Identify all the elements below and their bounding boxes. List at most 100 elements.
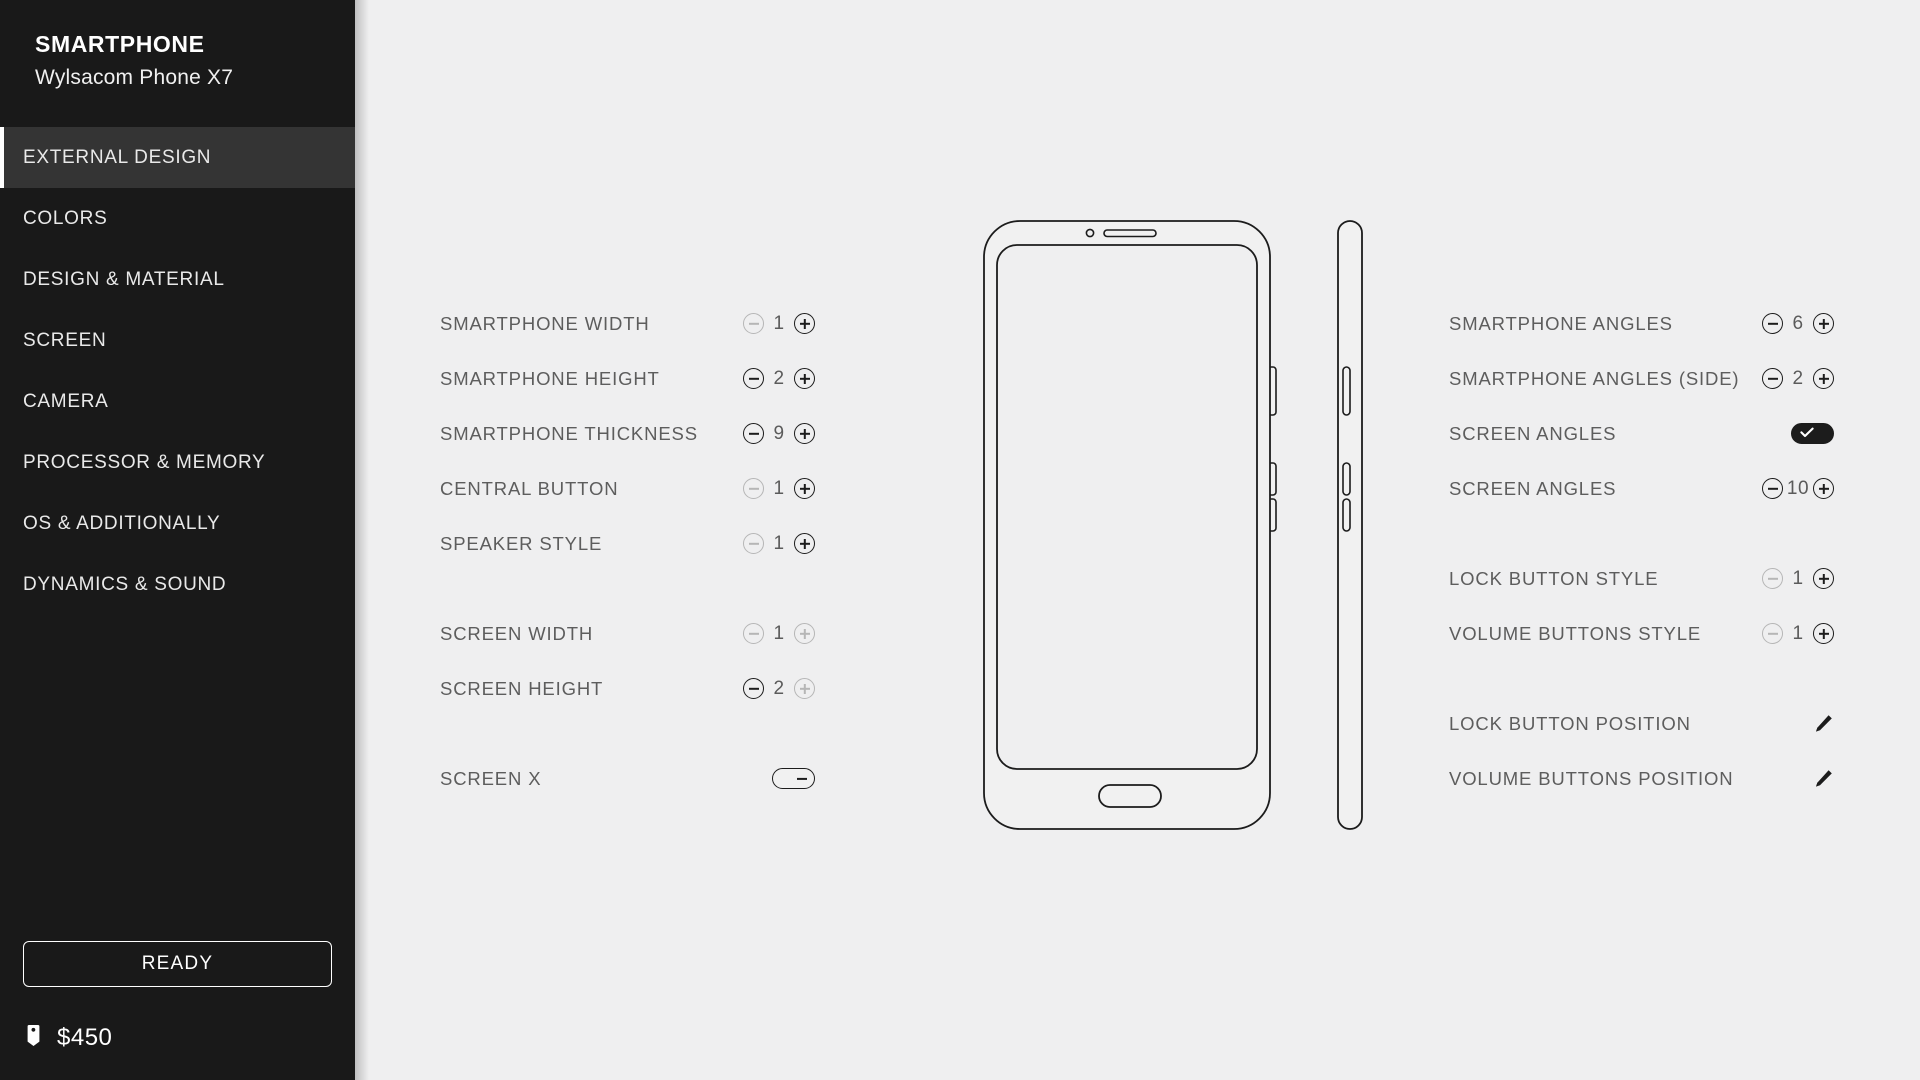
control-label: SMARTPHONE ANGLES xyxy=(1449,312,1673,334)
toggle-screen-x[interactable] xyxy=(772,768,815,789)
stepper-value: 2 xyxy=(773,677,785,699)
preview-stage: SMARTPHONE WIDTH 1 SMARTPHONE HEIGHT 2 SMART… xyxy=(355,0,1920,1080)
phone-side-view[interactable] xyxy=(1330,215,1378,840)
sidebar-item-label: EXTERNAL DESIGN xyxy=(23,146,212,168)
camera-shape xyxy=(1085,228,1095,238)
control-label: SCREEN X xyxy=(440,767,542,789)
sidebar-item-processor-memory[interactable]: PROCESSOR & MEMORY xyxy=(0,432,355,493)
stepper-screen-width: 1 xyxy=(743,623,815,645)
left-control-panel: SMARTPHONE WIDTH 1 SMARTPHONE HEIGHT 2 SMART… xyxy=(440,296,815,806)
control-label: SMARTPHONE THICKNESS xyxy=(440,422,698,444)
decrement-button xyxy=(743,623,764,644)
decrement-button xyxy=(743,478,764,499)
lock-button-side-shape xyxy=(1342,366,1351,416)
phone-front-view[interactable] xyxy=(978,215,1288,840)
pencil-icon[interactable] xyxy=(1812,713,1834,735)
sidebar-item-label: SCREEN xyxy=(23,329,107,351)
increment-button[interactable] xyxy=(794,478,815,499)
stepper-value: 1 xyxy=(1792,567,1804,589)
volume-up-side-shape xyxy=(1342,462,1351,496)
decrement-button xyxy=(1762,623,1783,644)
control-label: VOLUME BUTTONS POSITION xyxy=(1449,767,1734,789)
decrement-button[interactable] xyxy=(743,368,764,389)
control-row-volume-buttons-style: VOLUME BUTTONS STYLE 1 xyxy=(1449,606,1834,661)
central-button-shape xyxy=(1098,784,1162,808)
stepper-value: 1 xyxy=(773,312,785,334)
check-icon xyxy=(1800,425,1814,443)
increment-button[interactable] xyxy=(1813,313,1834,334)
stepper-central-button: 1 xyxy=(743,478,815,500)
sidebar-item-label: CAMERA xyxy=(23,390,109,412)
stepper-screen-angles: 10 xyxy=(1762,478,1834,500)
control-label: SCREEN HEIGHT xyxy=(440,677,604,699)
increment-button[interactable] xyxy=(794,533,815,554)
decrement-button[interactable] xyxy=(743,678,764,699)
increment-button[interactable] xyxy=(794,368,815,389)
stepper-smartphone-height: 2 xyxy=(743,368,815,390)
decrement-button[interactable] xyxy=(1762,478,1783,499)
decrement-button[interactable] xyxy=(1762,368,1783,389)
control-label: CENTRAL BUTTON xyxy=(440,477,619,499)
control-row-screen-angles: SCREEN ANGLES xyxy=(1449,406,1834,461)
increment-button[interactable] xyxy=(1813,623,1834,644)
decrement-button xyxy=(743,313,764,334)
increment-button[interactable] xyxy=(1813,368,1834,389)
sidebar-item-screen[interactable]: SCREEN xyxy=(0,310,355,371)
decrement-button[interactable] xyxy=(1762,313,1783,334)
stepper-value: 2 xyxy=(1792,367,1804,389)
sidebar-item-os-additionally[interactable]: OS & ADDITIONALLY xyxy=(0,493,355,554)
increment-button[interactable] xyxy=(1813,478,1834,499)
stepper-value: 1 xyxy=(773,532,785,554)
sidebar-item-label: DYNAMICS & SOUND xyxy=(23,573,227,595)
stepper-value: 1 xyxy=(773,477,785,499)
control-row-screen-angles: SCREEN ANGLES 10 xyxy=(1449,461,1834,516)
pencil-icon[interactable] xyxy=(1812,768,1834,790)
control-row-screen-width: SCREEN WIDTH 1 xyxy=(440,606,815,661)
control-label: SMARTPHONE HEIGHT xyxy=(440,367,660,389)
phone-screen xyxy=(996,244,1258,770)
sidebar-header: SMARTPHONE Wylsacom Phone X7 xyxy=(0,0,355,127)
increment-button[interactable] xyxy=(1813,568,1834,589)
right-control-panel: SMARTPHONE ANGLES 6 SMARTPHONE ANGLES (SID… xyxy=(1449,296,1834,806)
increment-button xyxy=(794,678,815,699)
sidebar-nav: EXTERNAL DESIGN COLORS DESIGN & MATERIAL SC… xyxy=(0,127,355,615)
control-row-volume-buttons-position: VOLUME BUTTONS POSITION xyxy=(1449,751,1834,806)
control-row-screen-x: SCREEN X xyxy=(440,751,815,806)
decrement-button xyxy=(1762,568,1783,589)
brand-title: SMARTPHONE xyxy=(35,31,205,57)
sidebar-item-camera[interactable]: CAMERA xyxy=(0,371,355,432)
increment-button[interactable] xyxy=(794,313,815,334)
decrement-button[interactable] xyxy=(743,423,764,444)
stepper-value: 10 xyxy=(1786,477,1810,499)
control-row-smartphone-width: SMARTPHONE WIDTH 1 xyxy=(440,296,815,351)
control-label: SMARTPHONE ANGLES (SIDE) xyxy=(1449,367,1740,389)
configurator-app: SMARTPHONE Wylsacom Phone X7 EXTERNAL DE… xyxy=(0,0,1920,1080)
sidebar-item-colors[interactable]: COLORS xyxy=(0,188,355,249)
sidebar-item-label: OS & ADDITIONALLY xyxy=(23,512,221,534)
ready-button[interactable]: READY xyxy=(23,941,332,987)
brand-subtitle: Wylsacom Phone X7 xyxy=(35,65,234,89)
price-tag-icon xyxy=(25,1024,44,1052)
toggle-screen-angles[interactable] xyxy=(1791,423,1834,444)
sidebar-item-external-design[interactable]: EXTERNAL DESIGN xyxy=(0,127,355,188)
speaker-shape xyxy=(1103,229,1157,238)
stepper-value: 9 xyxy=(773,422,785,444)
sidebar-item-label: PROCESSOR & MEMORY xyxy=(23,451,266,473)
increment-button[interactable] xyxy=(794,423,815,444)
stepper-speaker-style: 1 xyxy=(743,533,815,555)
sidebar-item-design-material[interactable]: DESIGN & MATERIAL xyxy=(0,249,355,310)
stepper-value: 6 xyxy=(1792,312,1804,334)
sidebar: SMARTPHONE Wylsacom Phone X7 EXTERNAL DE… xyxy=(0,0,369,1080)
control-row-central-button: CENTRAL BUTTON 1 xyxy=(440,461,815,516)
stepper-lock-button-style: 1 xyxy=(1762,568,1834,590)
control-label: SCREEN WIDTH xyxy=(440,622,594,644)
control-label: SCREEN ANGLES xyxy=(1449,422,1617,444)
volume-down-side-shape xyxy=(1342,498,1351,532)
minus-icon xyxy=(797,777,807,780)
control-row-smartphone-angles-side: SMARTPHONE ANGLES (SIDE) 2 xyxy=(1449,351,1834,406)
sidebar-item-dynamics-sound[interactable]: DYNAMICS & SOUND xyxy=(0,554,355,615)
control-row-lock-button-position: LOCK BUTTON POSITION xyxy=(1449,696,1834,751)
control-label: LOCK BUTTON STYLE xyxy=(1449,567,1659,589)
sidebar-item-label: COLORS xyxy=(23,207,108,229)
stepper-volume-buttons-style: 1 xyxy=(1762,623,1834,645)
